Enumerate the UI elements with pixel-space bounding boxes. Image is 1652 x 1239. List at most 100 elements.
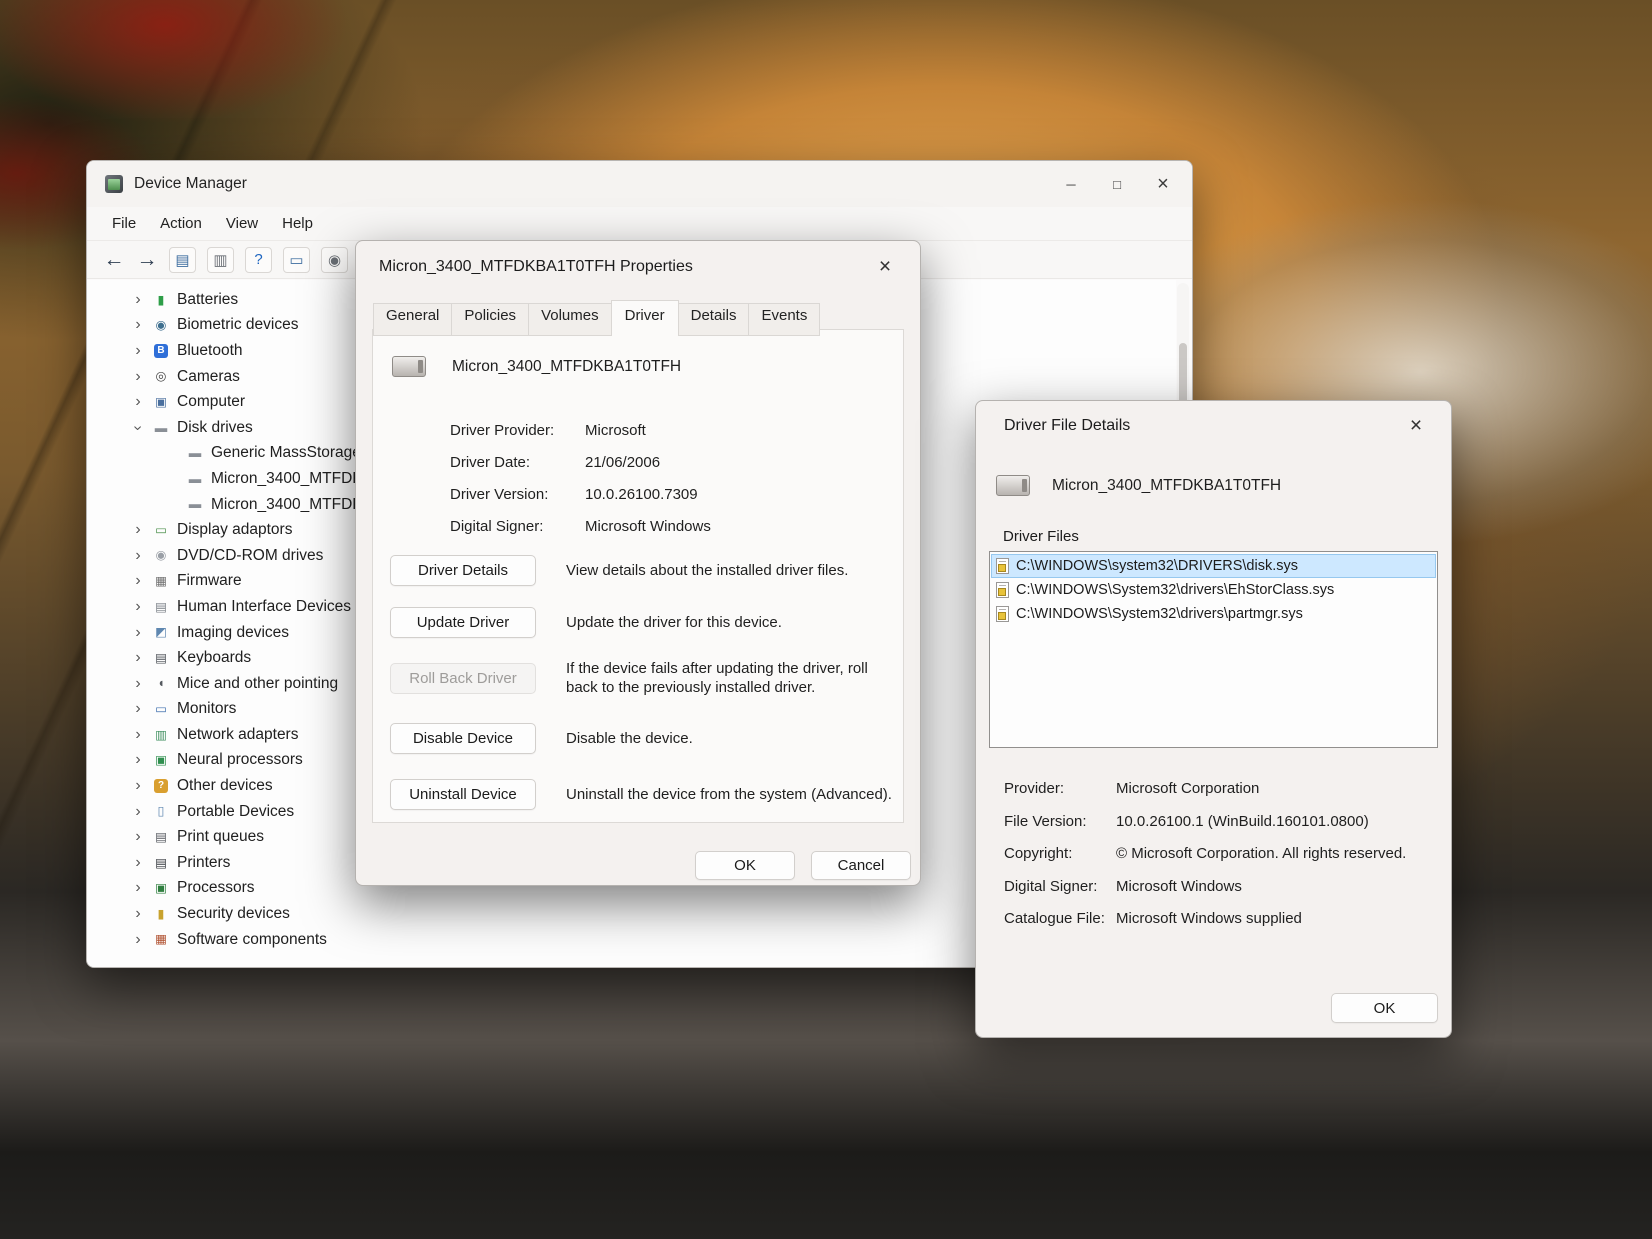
field-value: 10.0.26100.7309	[585, 486, 698, 503]
tree-item-label: Batteries	[177, 290, 239, 308]
minimize-icon[interactable]: ─	[1048, 166, 1094, 202]
file-info-row: Digital Signer: Microsoft Windows	[1004, 877, 1435, 896]
device-header: Micron_3400_MTFDKBA1T0TFH	[392, 356, 897, 377]
chevron-icon[interactable]	[127, 777, 149, 795]
tab[interactable]: General	[373, 303, 453, 336]
chevron-icon[interactable]	[127, 393, 149, 411]
list-icon[interactable]: ▤	[169, 246, 196, 273]
chevron-icon[interactable]	[127, 675, 149, 693]
tree-item-label: Keyboards	[177, 649, 252, 667]
field-label: Catalogue File:	[1004, 910, 1105, 927]
tree-item-label: Bluetooth	[177, 341, 243, 359]
action-button[interactable]: Driver Details	[390, 555, 536, 586]
tree-item-label: Network adapters	[177, 725, 299, 743]
forward-icon[interactable]: →	[136, 247, 158, 273]
tree-item-label: Print queues	[177, 828, 265, 846]
hid-icon: ▤	[155, 599, 167, 614]
chevron-icon[interactable]	[127, 624, 149, 642]
close-icon[interactable]: ×	[868, 250, 902, 284]
driver-files-list[interactable]: C:\WINDOWS\system32\DRIVERS\disk.sys C:\…	[989, 551, 1438, 748]
settings-icon[interactable]: ◉	[321, 246, 348, 273]
tab[interactable]: Policies	[451, 303, 530, 336]
field-value: Microsoft Windows	[585, 518, 711, 535]
chevron-icon[interactable]	[127, 291, 149, 309]
file-info: Provider: Microsoft Corporation File Ver…	[1004, 779, 1435, 942]
field-label: Digital Signer:	[450, 518, 544, 535]
back-icon[interactable]: ←	[103, 247, 125, 273]
chevron-icon[interactable]	[127, 419, 149, 437]
chevron-icon[interactable]	[127, 368, 149, 386]
driver-file-path: C:\WINDOWS\system32\DRIVERS\disk.sys	[1016, 558, 1298, 574]
field-label: File Version:	[1004, 812, 1087, 830]
chevron-icon[interactable]	[127, 700, 149, 718]
menu-item[interactable]: File	[103, 210, 145, 237]
driver-action-row: Update Driver Update the driver for this…	[390, 607, 897, 638]
security-icon: ▮	[157, 906, 165, 921]
chevron-icon[interactable]	[127, 751, 149, 769]
close-icon[interactable]: ×	[1140, 166, 1186, 202]
chevron-icon[interactable]	[127, 905, 149, 923]
disk-drive-icon	[392, 356, 426, 377]
field-label: Copyright:	[1004, 845, 1073, 862]
driver-file-item[interactable]: C:\WINDOWS\System32\drivers\EhStorClass.…	[991, 578, 1436, 602]
titlebar[interactable]: Device Manager ─ □ ×	[87, 161, 1192, 207]
tree-item-label: DVD/CD-ROM drives	[177, 546, 324, 564]
tab[interactable]: Details	[677, 303, 750, 336]
tab[interactable]: Driver	[610, 300, 679, 333]
computer-icon: ▣	[155, 394, 167, 409]
tree-item-label: Display adaptors	[177, 521, 293, 539]
portable-icon: ▯	[157, 804, 165, 819]
ok-button[interactable]: OK	[1331, 993, 1438, 1023]
imaging-icon: ◩	[155, 625, 167, 640]
chevron-icon[interactable]	[127, 547, 149, 565]
firmware-icon: ▦	[155, 574, 167, 589]
screen-icon[interactable]: ▭	[283, 246, 310, 273]
properties-icon[interactable]: ▥	[207, 246, 234, 273]
menu-item[interactable]: View	[217, 210, 267, 237]
action-button[interactable]: Uninstall Device	[390, 779, 536, 810]
chevron-icon[interactable]	[127, 649, 149, 667]
cancel-button[interactable]: Cancel	[811, 851, 911, 880]
chevron-icon[interactable]	[127, 854, 149, 872]
neural-icon: ▣	[155, 753, 167, 768]
tab[interactable]: Events	[748, 303, 821, 336]
help-icon[interactable]: ?	[245, 246, 272, 273]
action-button[interactable]: Disable Device	[390, 723, 536, 754]
chevron-icon[interactable]	[127, 803, 149, 821]
chevron-icon[interactable]	[127, 931, 149, 949]
sys-file-icon	[996, 558, 1009, 574]
tree-item-label: Other devices	[177, 777, 273, 795]
tab-bar: General Policies Volumes Driver Details …	[373, 300, 821, 336]
action-button[interactable]: Roll Back Driver	[390, 662, 536, 694]
sys-file-icon	[996, 606, 1009, 622]
tree-item-label: Software components	[177, 930, 327, 948]
dialog-titlebar[interactable]: Micron_3400_MTFDKBA1T0TFH Properties ×	[356, 241, 920, 293]
action-description: If the device fails after updating the d…	[566, 660, 868, 696]
chevron-icon[interactable]	[127, 726, 149, 744]
file-info-row: Copyright: © Microsoft Corporation. All …	[1004, 844, 1435, 863]
maximize-icon[interactable]: □	[1094, 166, 1140, 202]
chevron-icon[interactable]	[127, 316, 149, 334]
dialog-titlebar[interactable]: Driver File Details ×	[976, 401, 1451, 451]
chevron-icon[interactable]	[127, 598, 149, 616]
bluetooth-icon: B	[154, 343, 168, 358]
close-icon[interactable]: ×	[1399, 409, 1433, 443]
menu-item[interactable]: Help	[273, 210, 322, 237]
dialog-title: Micron_3400_MTFDKBA1T0TFH Properties	[379, 258, 693, 275]
driver-file-item[interactable]: C:\WINDOWS\system32\DRIVERS\disk.sys	[991, 554, 1436, 578]
menu-item[interactable]: Action	[151, 210, 211, 237]
chevron-icon[interactable]	[127, 521, 149, 539]
action-description: View details about the installed driver …	[566, 562, 849, 579]
chevron-icon[interactable]	[127, 828, 149, 846]
tab[interactable]: Volumes	[528, 303, 612, 336]
field-value: 21/06/2006	[585, 454, 661, 471]
driver-file-item[interactable]: C:\WINDOWS\System32\drivers\partmgr.sys	[991, 602, 1436, 626]
action-button[interactable]: Update Driver	[390, 607, 536, 638]
chevron-icon[interactable]	[127, 342, 149, 360]
processor-icon: ▣	[155, 881, 167, 896]
chevron-icon[interactable]	[127, 572, 149, 590]
sys-file-icon	[996, 582, 1009, 598]
chevron-icon[interactable]	[127, 879, 149, 897]
tree-item-label: Printers	[177, 853, 231, 871]
ok-button[interactable]: OK	[695, 851, 795, 880]
